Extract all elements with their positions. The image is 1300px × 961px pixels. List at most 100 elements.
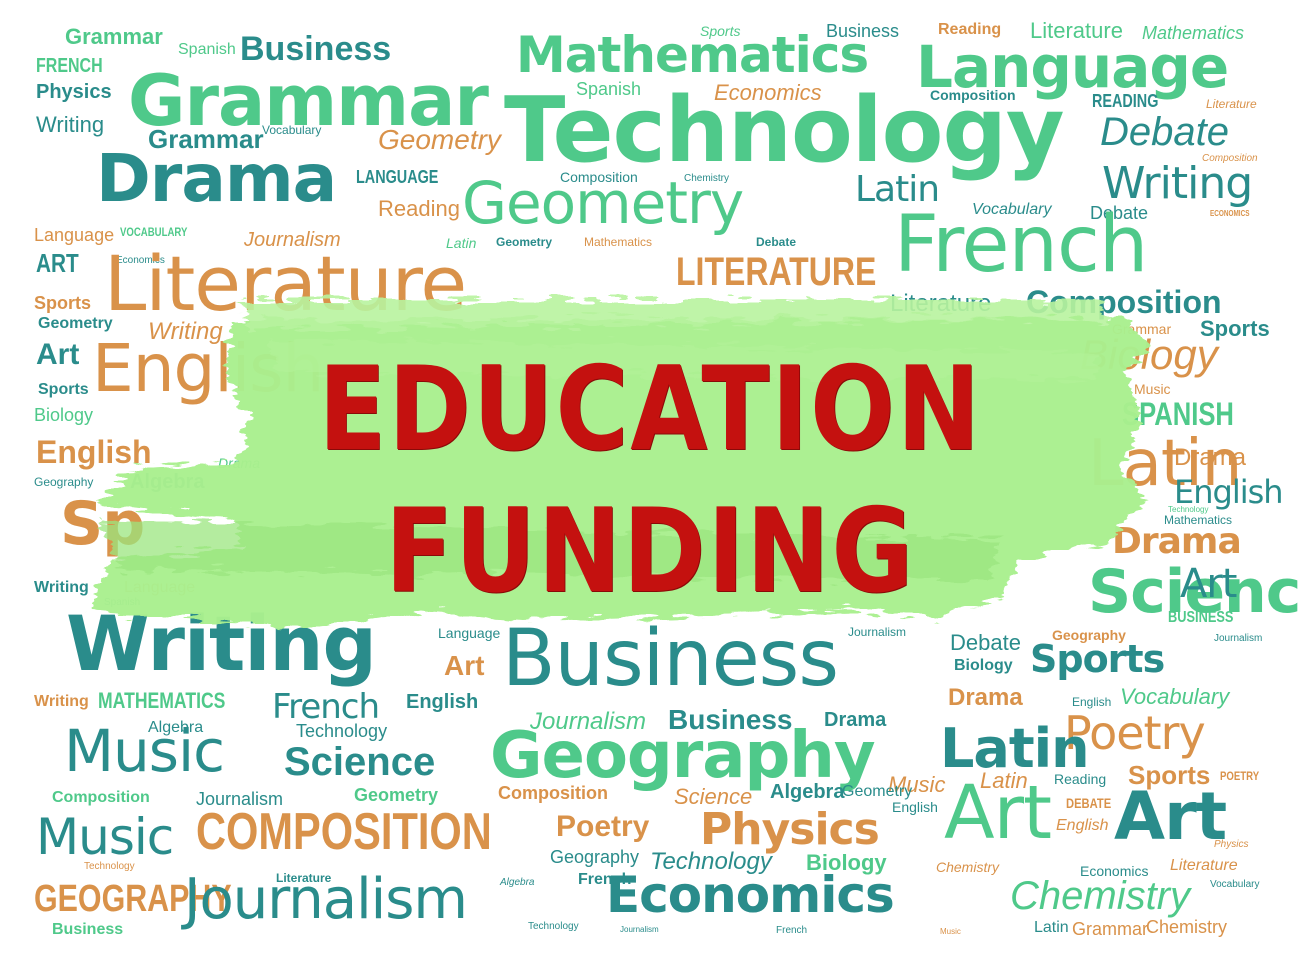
cloud-word: Biology — [1080, 331, 1218, 378]
cloud-word: Physics — [1214, 839, 1249, 850]
cloud-word: Algebra — [500, 877, 535, 888]
cloud-word: Language — [124, 579, 196, 596]
cloud-word: LITERATURE — [676, 250, 877, 294]
cloud-word: Science — [284, 740, 436, 784]
cloud-word: Sports — [38, 381, 89, 398]
cloud-word: SPANISH — [1122, 396, 1234, 432]
cloud-word: Music — [36, 808, 174, 866]
cloud-word: Literature — [1170, 857, 1238, 874]
cloud-word: French — [272, 687, 380, 727]
cloud-word: Technology — [528, 921, 579, 932]
cloud-word: Geometry — [462, 169, 744, 237]
cloud-word: Drama — [218, 455, 261, 471]
cloud-word: Journalism — [1214, 633, 1263, 644]
cloud-word: Spanish — [178, 41, 236, 58]
cloud-word: Debate — [950, 630, 1021, 655]
cloud-word: Art — [444, 650, 485, 681]
cloud-word: Mathematics — [584, 235, 653, 249]
cloud-word: Geography — [490, 719, 876, 793]
cloud-word: Drama — [96, 140, 337, 217]
cloud-word: Vocabulary — [262, 123, 322, 137]
cloud-word: English — [1056, 817, 1109, 834]
cloud-word: Chemistry — [1010, 874, 1191, 918]
cloud-word: Latin — [1034, 919, 1069, 936]
cloud-word: Journalism — [184, 867, 468, 932]
cloud-word: Algebra — [770, 781, 845, 803]
cloud-word: Economics — [606, 866, 895, 924]
cloud-word: Writing — [66, 599, 377, 688]
cloud-word: Journalism — [848, 625, 907, 639]
cloud-word: Drama — [948, 684, 1023, 711]
cloud-word: English — [92, 330, 324, 407]
word-cloud-background: Grammar Spanish Business FRENCH Physics Gramm… — [0, 0, 1300, 961]
cloud-word: Technology — [296, 721, 388, 741]
cloud-word: DEBATE — [1066, 795, 1112, 811]
cloud-word: Reading — [1054, 771, 1107, 787]
cloud-word: Literature — [890, 290, 992, 317]
cloud-word: ECONOMICS — [1210, 209, 1250, 218]
cloud-word: Composition — [52, 789, 150, 806]
cloud-word: Language — [438, 625, 501, 641]
cloud-word: Geometry — [354, 785, 439, 805]
cloud-word: Writing — [36, 112, 105, 137]
cloud-word: Music — [940, 927, 961, 936]
cloud-word: ART — [36, 248, 79, 278]
cloud-word: Mathematics — [516, 26, 869, 84]
cloud-word: Biology — [954, 657, 1013, 674]
cloud-word: Debate — [1100, 110, 1229, 154]
cloud-word: Reading — [378, 196, 460, 221]
cloud-word: Business — [502, 614, 839, 704]
cloud-word: Geometry — [378, 124, 501, 155]
cloud-word: Drama — [1174, 444, 1247, 471]
cloud-word: BUSINESS — [1168, 609, 1234, 626]
cloud-word: Art — [36, 338, 80, 371]
cloud-word: Literature — [104, 239, 467, 328]
cloud-word: Chemistry — [936, 859, 1000, 875]
cloud-word: Music — [1134, 381, 1171, 397]
cloud-word: Music — [64, 717, 225, 785]
cloud-word: Vocabulary — [1210, 879, 1260, 890]
cloud-word: Journalism — [620, 925, 659, 934]
cloud-word: French — [776, 925, 808, 936]
cloud-word: READING — [1092, 91, 1159, 111]
cloud-word: Drama — [1112, 521, 1242, 562]
cloud-word: Language — [34, 225, 115, 245]
cloud-word: English — [1174, 473, 1284, 511]
cloud-word: Biology — [34, 405, 94, 425]
cloud-word: Poetry — [556, 810, 650, 843]
cloud-word: English — [36, 434, 152, 470]
cloud-word: VOCABULARY — [120, 225, 188, 239]
cloud-word: LANGUAGE — [356, 167, 439, 187]
cloud-word: Art — [1114, 778, 1227, 855]
cloud-word: Sports — [1030, 637, 1165, 681]
cloud-word: Chemistry — [1146, 917, 1228, 937]
cloud-word: Geography — [34, 475, 94, 489]
cloud-word: Business — [826, 21, 900, 41]
cloud-word: Writing — [34, 693, 89, 710]
cloud-word: Art — [1180, 561, 1237, 607]
cloud-word: Art — [944, 770, 1052, 856]
cloud-word: French — [894, 200, 1148, 290]
cloud-word: Composition — [498, 783, 608, 803]
cloud-word: Business — [52, 921, 124, 938]
cloud-word: Geography — [550, 847, 640, 867]
cloud-word: Composition — [930, 87, 1016, 103]
cloud-word: Geometry — [496, 235, 553, 249]
cloud-word: Writing — [34, 579, 89, 596]
cloud-word: Composition — [1026, 284, 1222, 320]
cloud-word: Geometry — [842, 783, 913, 800]
cloud-word: Physics — [36, 81, 112, 103]
cloud-word: Technology — [84, 861, 135, 872]
cloud-word: FRENCH — [36, 55, 103, 77]
cloud-word: COMPOSITION — [196, 803, 492, 861]
cloud-word: Sports — [34, 293, 92, 313]
cloud-word: Physics — [700, 804, 880, 855]
cloud-word: Debate — [756, 235, 797, 249]
cloud-word: MATHEMATICS — [98, 688, 226, 713]
cloud-word: English — [406, 691, 479, 713]
cloud-word: Sp — [60, 489, 145, 559]
cloud-word: Literature — [1206, 97, 1257, 111]
cloud-word: Grammar — [1072, 919, 1148, 939]
cloud-word: English — [892, 799, 938, 815]
cloud-word: Grammar — [65, 24, 163, 49]
